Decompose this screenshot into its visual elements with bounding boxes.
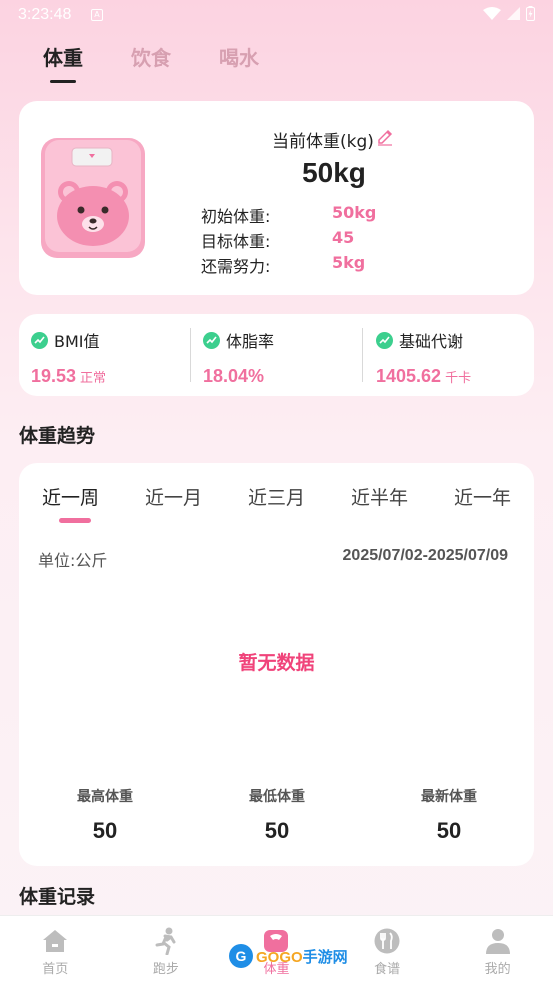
current-weight-label: 当前体重(kg): [272, 132, 374, 152]
battery-icon: [526, 6, 535, 21]
period-tab-week[interactable]: 近一周: [19, 483, 122, 510]
initial-weight-value: 50kg: [332, 203, 377, 222]
divider: [190, 328, 191, 382]
nav-recipe[interactable]: 食谱: [332, 916, 443, 984]
no-data-message: 暂无数据: [238, 652, 315, 674]
period-tab-3months[interactable]: 近三月: [225, 483, 328, 510]
weight-trend-card: 近一周 近一月 近三月 近半年 近一年 单位:公斤 2025/07/02-202…: [19, 463, 534, 866]
remaining-label: 还需努力:: [201, 257, 271, 276]
notification-icon: A: [91, 9, 103, 21]
period-tabs: 近一周 近一月 近三月 近半年 近一年: [19, 483, 534, 510]
trend-icon: [203, 331, 220, 349]
top-tabs: 体重 饮食 喝水: [43, 42, 259, 83]
summary-max: 最高体重 50: [35, 786, 175, 844]
status-icons: [483, 6, 535, 21]
target-weight-label: 目标体重:: [201, 232, 271, 251]
stat-bmi-unit: 正常: [80, 370, 107, 385]
record-title: 体重记录: [19, 886, 96, 908]
summary-min: 最低体重 50: [207, 786, 347, 844]
current-weight-value: 50kg: [302, 157, 366, 188]
edit-pencil-icon[interactable]: [376, 128, 394, 146]
remaining-value: 5kg: [332, 253, 366, 272]
tab-weight[interactable]: 体重: [43, 42, 83, 83]
wifi-icon: [483, 6, 501, 20]
period-tab-year[interactable]: 近一年: [431, 483, 534, 510]
user-icon: [484, 927, 512, 955]
period-tab-halfyear[interactable]: 近半年: [328, 483, 431, 510]
watermark: G GOGO手游网: [229, 944, 348, 968]
stat-bmr: 基础代谢 1405.62 千卡: [376, 328, 471, 387]
trend-title: 体重趋势: [19, 425, 96, 447]
fork-knife-icon: [373, 927, 401, 955]
period-tab-month[interactable]: 近一月: [122, 483, 225, 510]
target-weight-value: 45: [332, 228, 355, 247]
summary-latest-value: 50: [436, 818, 462, 843]
tab-diet[interactable]: 饮食: [131, 42, 171, 71]
summary-latest: 最新体重 50: [379, 786, 519, 844]
nav-run[interactable]: 跑步: [111, 916, 222, 984]
trend-icon: [31, 331, 48, 349]
stat-body-fat-label: 体脂率: [226, 332, 275, 351]
period-indicator: [59, 518, 91, 523]
summary-latest-label: 最新体重: [421, 789, 477, 805]
nav-profile-label: 我的: [484, 962, 511, 977]
stat-bmi-label: BMI值: [54, 332, 100, 351]
summary-min-value: 50: [264, 818, 290, 843]
body-stats-card: BMI值 19.53 正常 体脂率 18.04% 基础代谢 1405.62 千卡: [19, 314, 534, 396]
nav-recipe-label: 食谱: [374, 962, 401, 977]
stat-bmr-unit: 千卡: [445, 370, 472, 385]
nav-run-label: 跑步: [152, 962, 179, 977]
nav-home[interactable]: 首页: [0, 916, 111, 984]
nav-profile[interactable]: 我的: [442, 916, 553, 984]
running-icon: [152, 927, 180, 955]
nav-home-label: 首页: [42, 962, 69, 977]
stat-bmr-label: 基础代谢: [399, 332, 464, 351]
summary-max-value: 50: [92, 818, 118, 843]
summary-min-label: 最低体重: [249, 789, 305, 805]
watermark-text: GOGO手游网: [256, 948, 348, 966]
stat-bmi-value: 19.53: [31, 366, 77, 386]
status-time: 3:23:48: [18, 6, 72, 23]
divider: [362, 328, 363, 382]
tab-water[interactable]: 喝水: [219, 42, 259, 71]
watermark-logo: G: [229, 944, 253, 968]
summary-max-label: 最高体重: [77, 789, 133, 805]
date-range: 2025/07/02-2025/07/09: [342, 547, 508, 564]
bear-scale-icon: [41, 138, 145, 258]
signal-icon: [507, 7, 520, 20]
trend-icon: [376, 331, 393, 349]
stat-body-fat-value: 18.04%: [203, 366, 265, 386]
unit-label: 单位:公斤: [38, 551, 108, 570]
status-bar: 3:23:48 A: [0, 0, 553, 32]
home-icon: [41, 927, 69, 955]
current-weight-card: 当前体重(kg) 50kg 初始体重: 50kg 目标体重: 45 还需努力: …: [19, 101, 534, 295]
stat-bmi: BMI值 19.53 正常: [31, 328, 106, 387]
initial-weight-label: 初始体重:: [201, 207, 271, 226]
stat-body-fat: 体脂率 18.04%: [203, 328, 274, 387]
stat-bmr-value: 1405.62: [376, 366, 442, 386]
